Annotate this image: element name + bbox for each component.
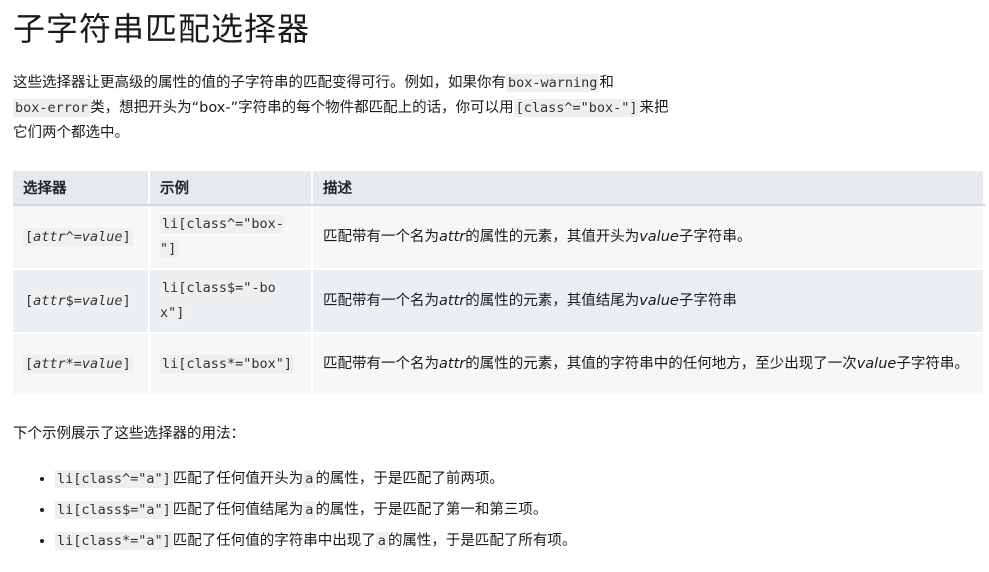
table-row: [attr*=value] li[class*="box"] 匹配带有一个名为a… xyxy=(13,333,985,396)
article: 子字符串匹配选择器 这些选择器让更高级的属性的值的子字符串的匹配变得可行。例如，… xyxy=(13,0,985,560)
intro-text: 这些选择器让更高级的属性的值的子字符串的匹配变得可行。例如，如果你有 xyxy=(13,75,506,91)
selector-code: [attr$=value] xyxy=(23,291,133,310)
list-code-a: a xyxy=(375,532,388,550)
example-cell: li[class$="-box"] xyxy=(149,269,313,334)
list-item: li[class$="a"]匹配了任何值结尾为a的属性，于是匹配了第一和第三项。 xyxy=(55,498,985,523)
selector-cell: [attr*=value] xyxy=(13,333,150,396)
selector-code: [attr^=value] xyxy=(23,227,133,246)
column-header-example: 示例 xyxy=(149,171,313,206)
example-code: li[class$="-box"] xyxy=(160,279,276,322)
example-code: li[class*="box"] xyxy=(160,354,295,373)
list-item: li[class^="a"]匹配了任何值开头为a的属性，于是匹配了前两项。 xyxy=(55,467,985,492)
table-row: [attr$=value] li[class$="-box"] 匹配带有一个名为… xyxy=(13,269,985,334)
example-cell: li[class*="box"] xyxy=(149,333,313,396)
table-row: [attr^=value] li[class^="box-"] 匹配带有一个名为… xyxy=(13,205,985,270)
page-title: 子字符串匹配选择器 xyxy=(13,10,311,48)
code-class-selector: [class^="box-"] xyxy=(513,99,640,117)
description-cell: 匹配带有一个名为attr的属性的元素，其值的字符串中的任何地方，至少出现了一次v… xyxy=(312,333,985,396)
table-header-row: 选择器 示例 描述 xyxy=(13,171,985,206)
description-cell: 匹配带有一个名为attr的属性的元素，其值开头为value子字符串。 xyxy=(312,205,985,270)
list-code-a: a xyxy=(303,470,316,488)
intro-paragraph: 这些选择器让更高级的属性的值的子字符串的匹配变得可行。例如，如果你有 box-wa… xyxy=(13,71,678,146)
example-cell: li[class^="box-"] xyxy=(149,205,313,270)
list-code-a: a xyxy=(303,501,316,519)
intro-text: 类，想把开头为“box-”字符串的每个物件都匹配上的话，你可以用 xyxy=(90,100,514,116)
selector-table: 选择器 示例 描述 [attr^=value] li[class^="box-"… xyxy=(13,171,985,396)
intro-text: 和 xyxy=(599,75,614,91)
selector-cell: [attr$=value] xyxy=(13,269,150,334)
list-item: li[class*="a"]匹配了任何值的字符串中出现了a的属性，于是匹配了所有… xyxy=(55,529,985,554)
code-box-error: box-error xyxy=(13,99,91,117)
column-header-selector: 选择器 xyxy=(13,171,150,206)
selector-code: [attr*=value] xyxy=(23,354,133,373)
example-list: li[class^="a"]匹配了任何值开头为a的属性，于是匹配了前两项。 li… xyxy=(13,467,985,554)
example-intro-text: 下个示例展示了这些选择器的用法： xyxy=(13,426,245,442)
list-code: li[class*="a"] xyxy=(55,532,173,550)
description-cell: 匹配带有一个名为attr的属性的元素，其值结尾为value子字符串 xyxy=(312,269,985,334)
selector-cell: [attr^=value] xyxy=(13,205,150,270)
list-code: li[class$="a"] xyxy=(55,501,173,519)
code-box-warning: box-warning xyxy=(506,74,600,92)
example-code: li[class^="box-"] xyxy=(160,215,284,258)
list-code: li[class^="a"] xyxy=(55,470,173,488)
column-header-description: 描述 xyxy=(312,171,985,206)
